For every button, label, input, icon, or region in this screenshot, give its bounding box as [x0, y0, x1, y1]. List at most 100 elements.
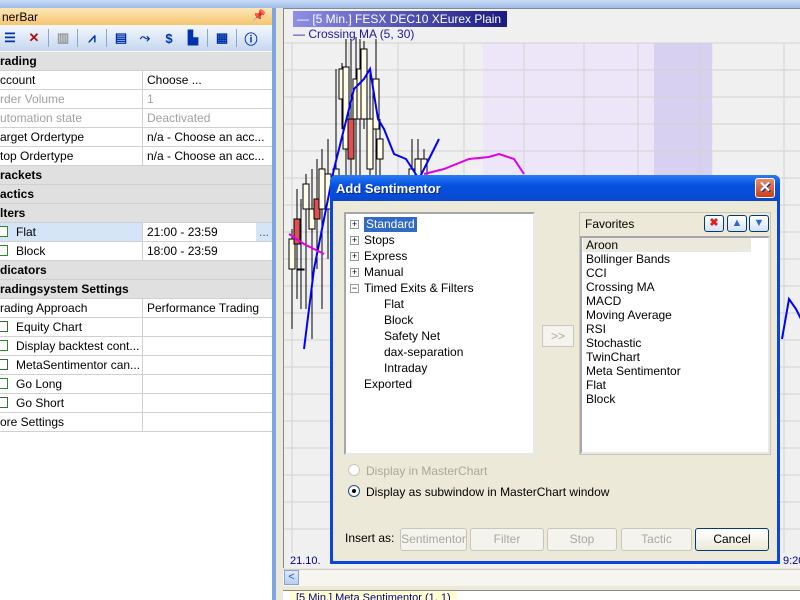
tactic-button[interactable]: Tactic — [621, 528, 692, 551]
dollar-icon[interactable]: $ — [159, 29, 179, 47]
property-value[interactable] — [143, 413, 272, 431]
tree-item[interactable]: Timed Exits & Filters — [364, 281, 474, 296]
histogram-icon[interactable]: ▙ — [183, 29, 203, 47]
favorite-item[interactable]: Flat — [583, 378, 751, 392]
tree-item[interactable]: Manual — [364, 265, 403, 280]
list-icon[interactable]: ☰ — [0, 29, 20, 47]
property-row[interactable]: Block 18:00 - 23:59 — [0, 242, 272, 261]
tree-item[interactable]: Stops — [364, 233, 395, 248]
tree-item[interactable]: dax-separation — [384, 345, 463, 360]
favorite-item[interactable]: Crossing MA — [583, 280, 751, 294]
cancel-button[interactable]: Cancel — [695, 528, 769, 551]
move-up-button[interactable]: ▲ — [727, 215, 747, 232]
property-value[interactable]: Deactivated — [143, 109, 272, 127]
property-row[interactable]: ccount Choose ... — [0, 71, 272, 90]
property-category[interactable]: radingsystem Settings — [0, 280, 272, 299]
favorite-item[interactable]: Bollinger Bands — [583, 252, 751, 266]
property-value[interactable]: 18:00 - 23:59 — [143, 242, 272, 260]
tree-item[interactable]: Safety Net — [384, 329, 440, 344]
favorite-item[interactable]: Block — [583, 392, 751, 406]
tree-item[interactable]: Block — [384, 313, 413, 328]
checkbox[interactable] — [0, 226, 8, 237]
property-row[interactable]: Flat 21:00 - 23:59... — [0, 223, 272, 242]
favorites-list[interactable]: Aroon Bollinger Bands CCI Crossing MA MACD Mo… — [580, 236, 770, 454]
scroll-left-button[interactable]: < — [284, 570, 299, 585]
expander-icon[interactable]: + — [350, 268, 359, 277]
checkbox[interactable] — [0, 397, 8, 408]
property-value[interactable]: n/a - Choose an acc... — [143, 147, 272, 165]
checkbox[interactable] — [0, 359, 8, 370]
ellipsis-button[interactable]: ... — [256, 223, 272, 241]
property-row[interactable]: utomation state Deactivated — [0, 109, 272, 128]
checkbox[interactable] — [0, 321, 8, 332]
tree-item[interactable]: Standard — [364, 217, 417, 232]
display-in-masterchart-radio[interactable] — [348, 464, 360, 476]
property-row[interactable]: Go Long — [0, 375, 272, 394]
favorite-item[interactable]: CCI — [583, 266, 751, 280]
property-category[interactable]: rackets — [0, 166, 272, 185]
insert-as-label: Insert as: — [345, 531, 395, 545]
property-row[interactable]: rading Approach Performance Trading — [0, 299, 272, 318]
info-table-icon[interactable]: ⓘ — [241, 29, 261, 47]
move-down-button[interactable]: ▼ — [749, 215, 769, 232]
table-icon[interactable]: ▦ — [212, 29, 232, 47]
building-icon[interactable]: ▥ — [53, 29, 73, 47]
sentimentor-button[interactable]: Sentimentor — [400, 528, 467, 551]
property-row[interactable]: Go Short — [0, 394, 272, 413]
property-value[interactable] — [143, 375, 272, 393]
favorite-item[interactable]: Moving Average — [583, 308, 751, 322]
tree-item[interactable]: Intraday — [384, 361, 427, 376]
expander-icon[interactable]: − — [350, 284, 359, 293]
tree-item[interactable]: Express — [364, 249, 407, 264]
tree-item[interactable]: Flat — [384, 297, 404, 312]
sentimentor-tree[interactable]: + Standard + Stops + Express + Manual − Timed Exi… — [344, 212, 535, 455]
property-row[interactable]: Equity Chart — [0, 318, 272, 337]
property-value[interactable] — [143, 356, 272, 374]
property-category[interactable]: rading — [0, 52, 272, 71]
expander-icon[interactable]: + — [350, 252, 359, 261]
property-row[interactable]: top Ordertype n/a - Choose an acc... — [0, 147, 272, 166]
favorite-item[interactable]: MACD — [583, 294, 751, 308]
property-category[interactable]: lters — [0, 204, 272, 223]
checkbox[interactable] — [0, 245, 8, 256]
property-value[interactable]: n/a - Choose an acc... — [143, 128, 272, 146]
horizontal-scrollbar[interactable] — [283, 569, 800, 586]
favorite-item[interactable]: Meta Sentimentor — [583, 364, 751, 378]
crossing-icon[interactable]: ⤳ — [135, 29, 155, 47]
property-row[interactable]: Display backtest cont... — [0, 337, 272, 356]
dialog-title-bar[interactable]: Add Sentimentor ✕ — [330, 175, 780, 201]
favorite-item[interactable]: Aroon — [583, 238, 751, 252]
filter-button[interactable]: Filter — [470, 528, 544, 551]
favorite-item[interactable]: TwinChart — [583, 350, 751, 364]
property-row[interactable]: ore Settings — [0, 413, 272, 432]
property-value[interactable]: Choose ... — [143, 71, 272, 89]
favorite-item[interactable]: Stochastic — [583, 336, 751, 350]
remove-favorite-button[interactable]: ✖ — [704, 215, 724, 232]
checkbox[interactable] — [0, 378, 8, 389]
property-value[interactable]: 1 — [143, 90, 272, 108]
display-as-subwindow-radio[interactable] — [348, 485, 360, 497]
property-category[interactable]: actics — [0, 185, 272, 204]
printer-icon[interactable]: ▤ — [111, 29, 131, 47]
delete-icon[interactable]: ✕ — [24, 29, 44, 47]
close-button[interactable]: ✕ — [755, 178, 775, 198]
chart-line-icon[interactable]: ⩘ — [82, 29, 102, 47]
checkbox[interactable] — [0, 340, 8, 351]
expander-icon[interactable]: + — [350, 220, 359, 229]
property-value[interactable] — [143, 337, 272, 355]
property-value[interactable] — [143, 394, 272, 412]
add-to-favorites-button[interactable]: >> — [542, 325, 574, 347]
stop-button[interactable]: Stop — [547, 528, 617, 551]
property-row[interactable]: MetaSentimentor can... — [0, 356, 272, 375]
expander-icon[interactable]: + — [350, 236, 359, 245]
property-value[interactable] — [143, 318, 272, 336]
favorite-item[interactable]: RSI — [583, 322, 751, 336]
property-value[interactable]: Performance Trading — [143, 299, 272, 317]
property-category[interactable]: dicators — [0, 261, 272, 280]
tree-item[interactable]: Exported — [364, 377, 412, 392]
category-label: rackets — [0, 168, 43, 182]
property-row[interactable]: arget Ordertype n/a - Choose an acc... — [0, 128, 272, 147]
property-row[interactable]: rder Volume 1 — [0, 90, 272, 109]
pin-icon[interactable]: 📌 — [252, 9, 266, 22]
property-value[interactable]: 21:00 - 23:59... — [143, 223, 272, 241]
